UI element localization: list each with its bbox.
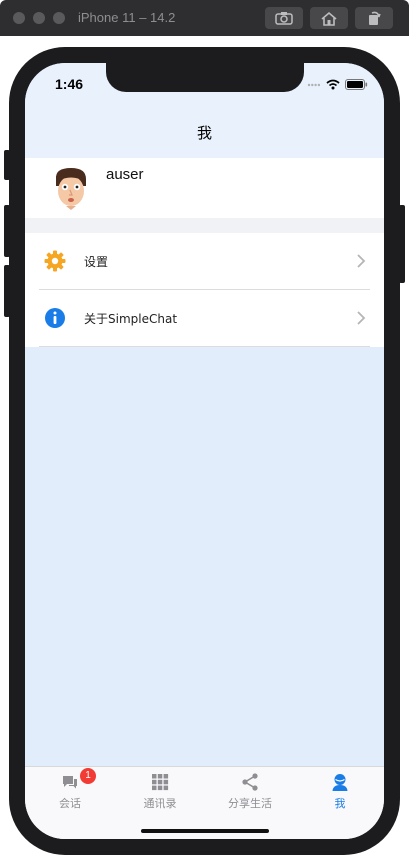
- simulator-title: iPhone 11 – 14.2: [78, 10, 176, 25]
- avatar-icon: [55, 168, 86, 210]
- chat-icon: [63, 776, 77, 789]
- tab-me[interactable]: 我: [295, 771, 384, 815]
- info-icon: [45, 308, 65, 328]
- status-icons: [307, 79, 368, 90]
- status-time: 1:46: [55, 76, 84, 92]
- mute-switch: [4, 150, 10, 180]
- menu-item-label: 设置: [84, 255, 109, 269]
- page-title: 我: [196, 124, 212, 142]
- navigation-bar: 我: [25, 107, 384, 158]
- menu-item-label: 关于SimpleChat: [84, 312, 178, 326]
- home-icon: [321, 11, 337, 26]
- gear-icon: [44, 250, 66, 272]
- zoom-window-button[interactable]: [53, 12, 65, 24]
- volume-up-button: [4, 205, 10, 257]
- notch: [106, 63, 304, 92]
- username: auser: [106, 166, 144, 183]
- simulator-title-bar: iPhone 11 – 14.2: [0, 0, 409, 36]
- menu-item-about[interactable]: 关于SimpleChat: [25, 290, 384, 347]
- tab-label: 我: [334, 797, 346, 810]
- chevron-right-icon: [357, 254, 366, 268]
- person-icon: [332, 774, 348, 791]
- wifi-icon: [326, 79, 340, 90]
- volume-down-button: [4, 265, 10, 317]
- home-button[interactable]: [310, 7, 348, 29]
- settings-menu: 设置 关于SimpleChat: [25, 233, 384, 347]
- profile-row[interactable]: auser: [25, 158, 384, 218]
- tab-share-life[interactable]: 分享生活: [205, 771, 295, 815]
- power-button: [399, 205, 405, 283]
- unread-badge: 1: [80, 768, 96, 784]
- section-separator: [25, 218, 384, 233]
- rotate-button[interactable]: [355, 7, 393, 29]
- chevron-right-icon: [357, 311, 366, 325]
- tab-label: 会话: [59, 797, 81, 810]
- close-window-button[interactable]: [13, 12, 25, 24]
- battery-icon: [345, 79, 368, 90]
- grid-icon: [152, 774, 169, 791]
- share-icon: [242, 773, 258, 791]
- screenshot-button[interactable]: [265, 7, 303, 29]
- menu-item-settings[interactable]: 设置: [25, 233, 384, 290]
- home-indicator: [141, 829, 269, 833]
- device-screen: 1:46 我 auser 设置 关于SimpleChat 1 会话 通讯录 分享…: [25, 63, 384, 839]
- tab-label: 分享生活: [228, 797, 272, 810]
- screenshot-icon: [275, 12, 293, 25]
- rotate-icon: [369, 11, 381, 25]
- minimize-window-button[interactable]: [33, 12, 45, 24]
- divider: [39, 346, 370, 347]
- tab-bar: 1 会话 通讯录 分享生活 我: [25, 766, 384, 839]
- signal-icon: [307, 83, 321, 86]
- tab-contacts[interactable]: 通讯录: [115, 771, 205, 815]
- tab-conversations[interactable]: 1 会话: [25, 768, 115, 815]
- tab-label: 通讯录: [143, 797, 177, 810]
